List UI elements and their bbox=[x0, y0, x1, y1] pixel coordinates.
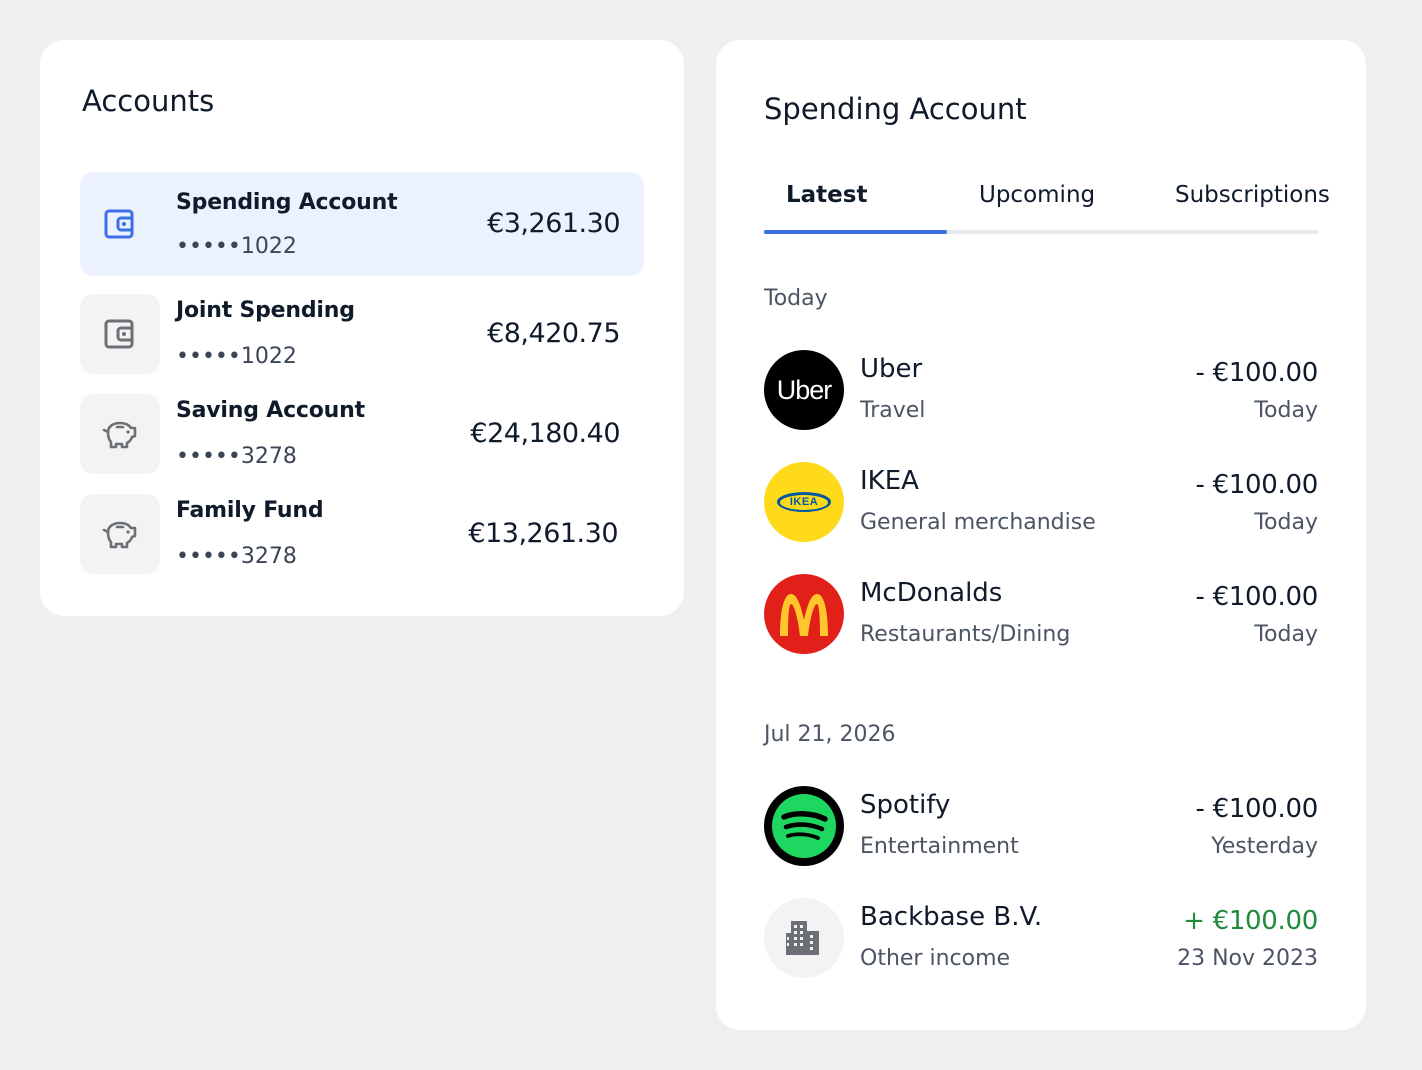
transaction-amount: + €100.00 bbox=[1183, 906, 1318, 936]
account-icon-box bbox=[80, 184, 160, 264]
account-item-spending-account[interactable]: Spending Account •••••1022 €3,261.30 bbox=[80, 172, 644, 276]
merchant-name: McDonalds bbox=[860, 578, 1003, 608]
account-balance: €8,420.75 bbox=[487, 318, 620, 349]
account-item-joint-spending[interactable]: Joint Spending •••••1022 €8,420.75 bbox=[80, 294, 644, 398]
account-name: Spending Account bbox=[176, 190, 398, 215]
accounts-card: Accounts Spending Account •••••1022 €3,2… bbox=[40, 40, 684, 616]
account-balance: €13,261.30 bbox=[468, 518, 618, 549]
account-icon-box bbox=[80, 294, 160, 374]
transaction-group-label: Today bbox=[764, 286, 828, 311]
transaction-amount: - €100.00 bbox=[1195, 470, 1319, 500]
account-icon-box bbox=[80, 494, 160, 574]
spotify-icon bbox=[772, 794, 836, 858]
golden-arches-icon bbox=[780, 594, 828, 636]
transaction-group-label: Jul 21, 2026 bbox=[764, 722, 896, 747]
ikea-logo-inner: IKEA bbox=[780, 494, 828, 510]
transaction-tabs: Latest Upcoming Subscriptions bbox=[764, 178, 1330, 234]
spotify-logo bbox=[764, 786, 844, 866]
account-name: Joint Spending bbox=[176, 298, 355, 323]
account-icon-box bbox=[80, 394, 160, 474]
account-number: •••••1022 bbox=[176, 234, 297, 259]
building-icon bbox=[786, 921, 819, 955]
ikea-logo: IKEA bbox=[764, 462, 844, 542]
transaction-row-spotify[interactable]: Spotify Entertainment - €100.00 Yesterda… bbox=[764, 786, 1318, 868]
transaction-row-mcdonalds[interactable]: McDonalds Restaurants/Dining - €100.00 T… bbox=[764, 574, 1318, 656]
merchant-name: IKEA bbox=[860, 466, 919, 496]
merchant-name: Uber bbox=[860, 354, 923, 384]
uber-logo: Uber bbox=[764, 350, 844, 430]
uber-logo-text: Uber bbox=[776, 374, 833, 405]
transaction-date: Today bbox=[1254, 398, 1318, 423]
transaction-date: Yesterday bbox=[1211, 834, 1318, 859]
mcdonalds-logo bbox=[764, 574, 844, 654]
piggy-bank-icon bbox=[102, 521, 137, 549]
wallet-icon bbox=[104, 319, 134, 349]
piggy-bank-icon bbox=[102, 421, 137, 449]
transaction-category: Restaurants/Dining bbox=[860, 622, 1071, 647]
tab-latest[interactable]: Latest bbox=[786, 182, 867, 208]
account-balance: €3,261.30 bbox=[487, 208, 620, 239]
ikea-logo-badge: IKEA bbox=[777, 492, 831, 512]
account-name: Family Fund bbox=[176, 498, 324, 523]
account-number: •••••3278 bbox=[176, 444, 297, 469]
transaction-date: 23 Nov 2023 bbox=[1177, 946, 1318, 971]
spending-account-card: Spending Account Latest Upcoming Subscri… bbox=[716, 40, 1366, 1030]
transaction-amount: - €100.00 bbox=[1195, 582, 1319, 612]
merchant-name: Spotify bbox=[860, 790, 951, 820]
transaction-amount: - €100.00 bbox=[1195, 358, 1319, 388]
account-name: Saving Account bbox=[176, 398, 365, 423]
account-item-saving-account[interactable]: Saving Account •••••3278 €24,180.40 bbox=[80, 394, 644, 498]
transaction-row-ikea[interactable]: IKEA IKEA General merchandise - €100.00 … bbox=[764, 462, 1318, 544]
spending-account-title: Spending Account bbox=[764, 92, 1027, 126]
account-balance: €24,180.40 bbox=[470, 418, 620, 449]
transaction-date: Today bbox=[1254, 622, 1318, 647]
transaction-date: Today bbox=[1254, 510, 1318, 535]
active-tab-indicator bbox=[764, 230, 947, 234]
transaction-row-uber[interactable]: Uber Uber Travel - €100.00 Today bbox=[764, 350, 1318, 432]
account-number: •••••3278 bbox=[176, 544, 297, 569]
building-logo bbox=[764, 898, 844, 978]
wallet-icon bbox=[104, 209, 134, 239]
transaction-category: Travel bbox=[860, 398, 926, 423]
transaction-category: General merchandise bbox=[860, 510, 1096, 535]
tab-upcoming[interactable]: Upcoming bbox=[979, 182, 1095, 208]
transaction-category: Entertainment bbox=[860, 834, 1019, 859]
transaction-row-backbase[interactable]: Backbase B.V. Other income + €100.00 23 … bbox=[764, 898, 1318, 980]
account-item-family-fund[interactable]: Family Fund •••••3278 €13,261.30 bbox=[80, 494, 644, 598]
accounts-title: Accounts bbox=[82, 84, 215, 118]
transaction-amount: - €100.00 bbox=[1195, 794, 1319, 824]
account-number: •••••1022 bbox=[176, 344, 297, 369]
ikea-logo-text: IKEA bbox=[789, 496, 819, 508]
transaction-category: Other income bbox=[860, 946, 1011, 971]
tab-subscriptions[interactable]: Subscriptions bbox=[1175, 182, 1330, 208]
merchant-name: Backbase B.V. bbox=[860, 902, 1043, 932]
